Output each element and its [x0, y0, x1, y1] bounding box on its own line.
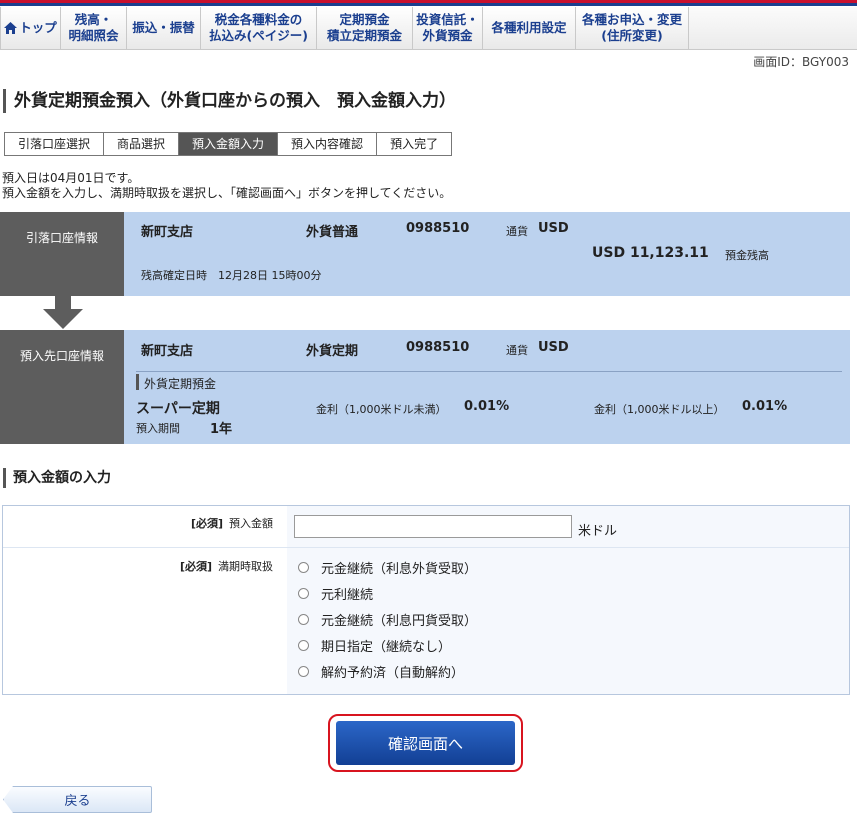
nav-item-applications[interactable]: 各種お申込・変更 (住所変更)	[576, 7, 689, 49]
step-enter-amount: 預入金額入力	[179, 132, 279, 156]
section-title: 預入金額の入力	[3, 468, 111, 488]
amount-label-text: 預入金額	[229, 517, 273, 530]
step-select-product: 商品選択	[104, 132, 180, 156]
withdrawal-currency: USD	[538, 221, 569, 236]
maturity-option-label: 元金継続（利息円貨受取）	[321, 614, 478, 629]
confirm-button-highlight: 確認画面へ	[328, 714, 523, 772]
back-button[interactable]: 戻る	[3, 786, 152, 813]
rate-over-label: 金利（1,000米ドル以上）	[594, 403, 725, 416]
step-select-account: 引落口座選択	[4, 132, 105, 156]
deposit-product-name: スーパー定期	[136, 401, 220, 417]
amount-required-tag: [必須]	[190, 517, 223, 530]
rate-over-value: 0.01%	[742, 399, 788, 414]
radio-icon[interactable]	[298, 614, 309, 625]
screen-id: 画面ID：BGY003	[753, 55, 849, 69]
nav-item-investment[interactable]: 投資信託・ 外貨預金	[413, 7, 483, 49]
withdrawal-branch: 新町支店	[141, 225, 194, 240]
withdrawal-confirm-time: 残高確定日時 12月28日 15時00分	[141, 269, 322, 282]
nav-item-transfer[interactable]: 振込・振替	[127, 7, 201, 49]
withdrawal-account-label: 引落口座情報	[0, 212, 124, 296]
deposit-account-panel: 新町支店 外貨定期 0988510 通貨 USD 外貨定期預金 スーパー定期 預…	[124, 330, 850, 444]
maturity-option-label: 期日指定（継続なし）	[321, 640, 452, 655]
nav-filler	[689, 7, 857, 49]
instruction-line-1: 預入日は04月01日です。	[2, 171, 140, 185]
amount-unit: 米ドル	[578, 524, 618, 539]
deposit-type: 外貨定期	[306, 344, 359, 359]
deposit-form: [必須] 預入金額 米ドル [必須] 満期時取扱 元金継続（利息外貨受取） 元利継続…	[2, 505, 850, 695]
deposit-currency-label: 通貨	[506, 344, 528, 357]
deposit-currency: USD	[538, 340, 569, 355]
maturity-option-principal-interest[interactable]: 元利継続	[298, 584, 373, 603]
withdrawal-balance-label: 預金残高	[725, 249, 769, 262]
maturity-option-label: 解約予約済（自動解約）	[321, 666, 465, 681]
deposit-product-category: 外貨定期預金	[144, 377, 217, 391]
global-nav: トップ 残高・ 明細照会 振込・振替 税金各種料金の 払込み(ペイジー) 定期預…	[0, 7, 857, 50]
page-title: 外貨定期預金預入（外貨口座からの預入 預入金額入力）	[3, 89, 456, 113]
deposit-divider	[136, 371, 842, 372]
withdrawal-account-panel: 新町支店 外貨普通 0988510 通貨 USD USD 11,123.11 預…	[124, 212, 850, 296]
nav-label-top: トップ	[19, 20, 57, 35]
maturity-required-tag: [必須]	[179, 560, 212, 573]
amount-label: [必須] 預入金額	[191, 515, 273, 531]
deposit-term: 1年	[210, 422, 233, 437]
instruction-line-2: 預入金額を入力し、満期時取扱を選択し、「確認画面へ」ボタンを押してください。	[2, 186, 452, 200]
down-arrow-icon	[43, 295, 83, 329]
deposit-account-label: 預入先口座情報	[0, 330, 124, 444]
deposit-term-label: 預入期間	[136, 422, 180, 435]
rate-under-label: 金利（1,000米ドル未満）	[316, 403, 447, 416]
progress-steps: 引落口座選択 商品選択 預入金額入力 預入内容確認 預入完了	[4, 132, 453, 156]
maturity-label: [必須] 満期時取扱	[180, 558, 273, 574]
maturity-option-fixed-date[interactable]: 期日指定（継続なし）	[298, 636, 451, 655]
nav-item-top[interactable]: トップ	[0, 7, 61, 49]
maturity-option-label: 元利継続	[321, 588, 374, 603]
nav-item-time-deposit[interactable]: 定期預金 積立定期預金	[317, 7, 413, 49]
rate-under-value: 0.01%	[464, 399, 510, 414]
nav-item-settings[interactable]: 各種利用設定	[483, 7, 576, 49]
radio-icon[interactable]	[298, 640, 309, 651]
amount-input[interactable]	[294, 515, 572, 538]
deposit-number: 0988510	[406, 340, 470, 355]
header-stripe-blue	[0, 3, 857, 6]
radio-icon[interactable]	[298, 588, 309, 599]
product-marker	[136, 374, 139, 390]
nav-item-payeasy[interactable]: 税金各種料金の 払込み(ペイジー)	[201, 7, 317, 49]
maturity-option-auto-cancel[interactable]: 解約予約済（自動解約）	[298, 662, 464, 681]
home-icon	[4, 22, 18, 34]
confirm-button[interactable]: 確認画面へ	[336, 721, 515, 765]
withdrawal-balance: USD 11,123.11	[592, 245, 709, 261]
step-confirm: 預入内容確認	[278, 132, 378, 156]
radio-icon[interactable]	[298, 666, 309, 677]
deposit-branch: 新町支店	[141, 344, 194, 359]
radio-icon[interactable]	[298, 562, 309, 573]
maturity-label-text: 満期時取扱	[218, 560, 273, 573]
nav-item-balance[interactable]: 残高・ 明細照会	[61, 7, 127, 49]
instructions: 預入日は04月01日です。 預入金額を入力し、満期時取扱を選択し、「確認画面へ」…	[2, 171, 451, 201]
maturity-option-label: 元金継続（利息外貨受取）	[321, 562, 478, 577]
withdrawal-type: 外貨普通	[306, 225, 359, 240]
maturity-option-principal-fx[interactable]: 元金継続（利息外貨受取）	[298, 558, 477, 577]
withdrawal-number: 0988510	[406, 221, 470, 236]
step-complete: 預入完了	[377, 132, 453, 156]
withdrawal-currency-label: 通貨	[506, 225, 528, 238]
maturity-option-principal-jpy[interactable]: 元金継続（利息円貨受取）	[298, 610, 477, 629]
